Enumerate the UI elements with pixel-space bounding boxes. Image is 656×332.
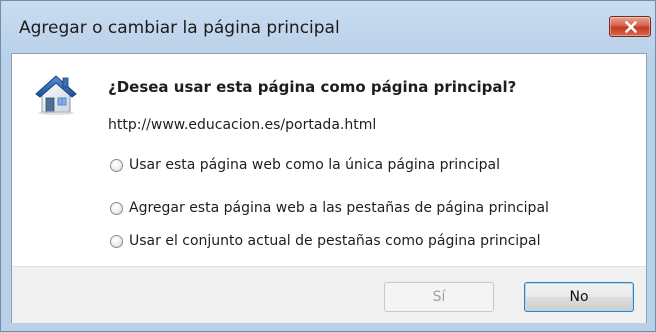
yes-button[interactable]: Sí — [384, 282, 494, 312]
option-add-to-home-tabs[interactable]: Agregar esta página web a las pestañas d… — [110, 198, 549, 218]
option-label: Usar esta página web como la única págin… — [129, 157, 500, 173]
close-x-icon — [625, 21, 637, 33]
radio-button[interactable] — [110, 158, 123, 172]
option-only-home-page[interactable]: Usar esta página web como la única págin… — [110, 155, 500, 175]
option-label: Agregar esta página web a las pestañas d… — [129, 200, 549, 216]
button-bar: Sí No — [12, 266, 646, 323]
option-label: Usar el conjunto actual de pestañas como… — [129, 233, 541, 249]
dialog-question: ¿Desea usar esta página como página prin… — [108, 78, 517, 96]
title-bar[interactable]: Agregar o cambiar la página principal — [1, 1, 655, 53]
radio-button[interactable] — [110, 201, 123, 215]
radio-button[interactable] — [110, 234, 123, 248]
dialog-content: ¿Desea usar esta página como página prin… — [11, 53, 647, 323]
window-title: Agregar o cambiar la página principal — [19, 18, 340, 38]
page-url: http://www.educacion.es/portada.html — [108, 117, 377, 133]
no-button[interactable]: No — [524, 282, 634, 312]
dialog-window: Agregar o cambiar la página principal ¿D… — [0, 0, 656, 332]
home-icon — [35, 75, 77, 115]
option-use-current-tabs[interactable]: Usar el conjunto actual de pestañas como… — [110, 231, 541, 251]
close-button[interactable] — [609, 16, 651, 37]
